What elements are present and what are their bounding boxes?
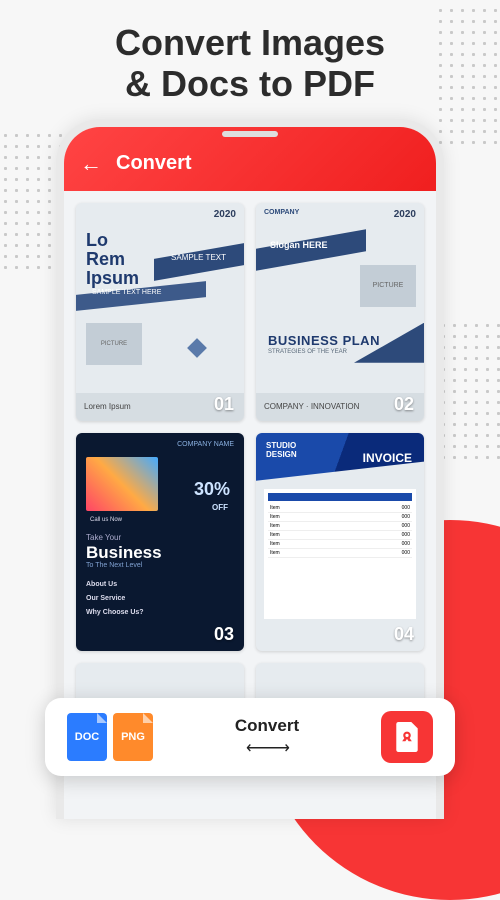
biz-pre: Take Your [86, 533, 121, 542]
section-heading: Why Choose Us? [86, 609, 144, 616]
document-thumbnail[interactable]: 2020 Lo Rem Ipsum SAMPLE TEXT SAMPLE TEX… [76, 203, 244, 421]
convert-to-pdf-button[interactable] [381, 711, 433, 763]
headline-line1: Convert Images [115, 22, 385, 63]
doc-number: 04 [394, 624, 414, 645]
doc-subtitle: STRATEGIES OF THE YEAR [268, 349, 347, 355]
invoice-title: INVOICE [363, 451, 412, 465]
doc-logo: STUDIO DESIGN [266, 441, 297, 459]
diamond-icon [187, 338, 207, 358]
headline: Convert Images & Docs to PDF [0, 0, 500, 119]
off-text: OFF [212, 503, 228, 512]
doc-file-icon: DOC [67, 713, 107, 761]
document-thumbnail[interactable]: COMPANY NAME Call us Now 30% OFF Take Yo… [76, 433, 244, 651]
doc-band [154, 243, 244, 281]
biz-title: Business [86, 543, 162, 563]
bidirectional-arrow-icon: ⟵⟶ [246, 738, 288, 758]
action-bar: DOC PNG Convert ⟵⟶ [45, 698, 455, 776]
picture-placeholder: PICTURE [360, 265, 416, 307]
doc-number: 03 [214, 624, 234, 645]
doc-band [256, 229, 366, 270]
convert-label: Convert [235, 716, 299, 736]
invoice-table: Item000 Item000 Item000 Item000 Item000 … [264, 489, 416, 619]
headline-line2: & Docs to PDF [125, 63, 375, 104]
doc-logo: COMPANY [264, 209, 299, 216]
back-arrow-icon[interactable]: ← [80, 151, 102, 177]
header-title: Convert [116, 152, 192, 175]
section-heading: About Us [86, 581, 117, 588]
document-thumbnail[interactable]: COMPANY 2020 Slogan HERE PICTURE BUSINES… [256, 203, 424, 421]
document-thumbnail[interactable]: STUDIO DESIGN INVOICE Item000 Item000 It… [256, 433, 424, 651]
doc-year: 2020 [214, 209, 236, 220]
source-file-icons: DOC PNG [67, 713, 153, 761]
png-file-icon: PNG [113, 713, 153, 761]
doc-band-text: Slogan HERE [270, 240, 328, 250]
doc-number: 02 [394, 394, 414, 415]
convert-label-group: Convert ⟵⟶ [235, 716, 299, 758]
document-grid: 2020 Lo Rem Ipsum SAMPLE TEXT SAMPLE TEX… [76, 203, 424, 733]
pdf-icon [394, 722, 420, 752]
doc-logo: COMPANY NAME [177, 441, 234, 448]
picture-placeholder: PICTURE [86, 323, 142, 365]
phone-notch [222, 131, 278, 137]
discount-text: 30% [194, 479, 230, 500]
doc-year: 2020 [394, 209, 416, 220]
section-heading: Our Service [86, 595, 125, 602]
doc-title: BUSINESS PLAN [268, 333, 380, 348]
call-label: Call us Now [90, 517, 122, 523]
doc-number: 01 [214, 394, 234, 415]
doc-band-text: SAMPLE TEXT [171, 253, 226, 262]
doc-band-text: SAMPLE TEXT HERE [92, 289, 161, 296]
doc-image [86, 457, 158, 511]
doc-title: Lo Rem Ipsum [86, 231, 139, 288]
biz-sub: To The Next Level [86, 562, 142, 569]
